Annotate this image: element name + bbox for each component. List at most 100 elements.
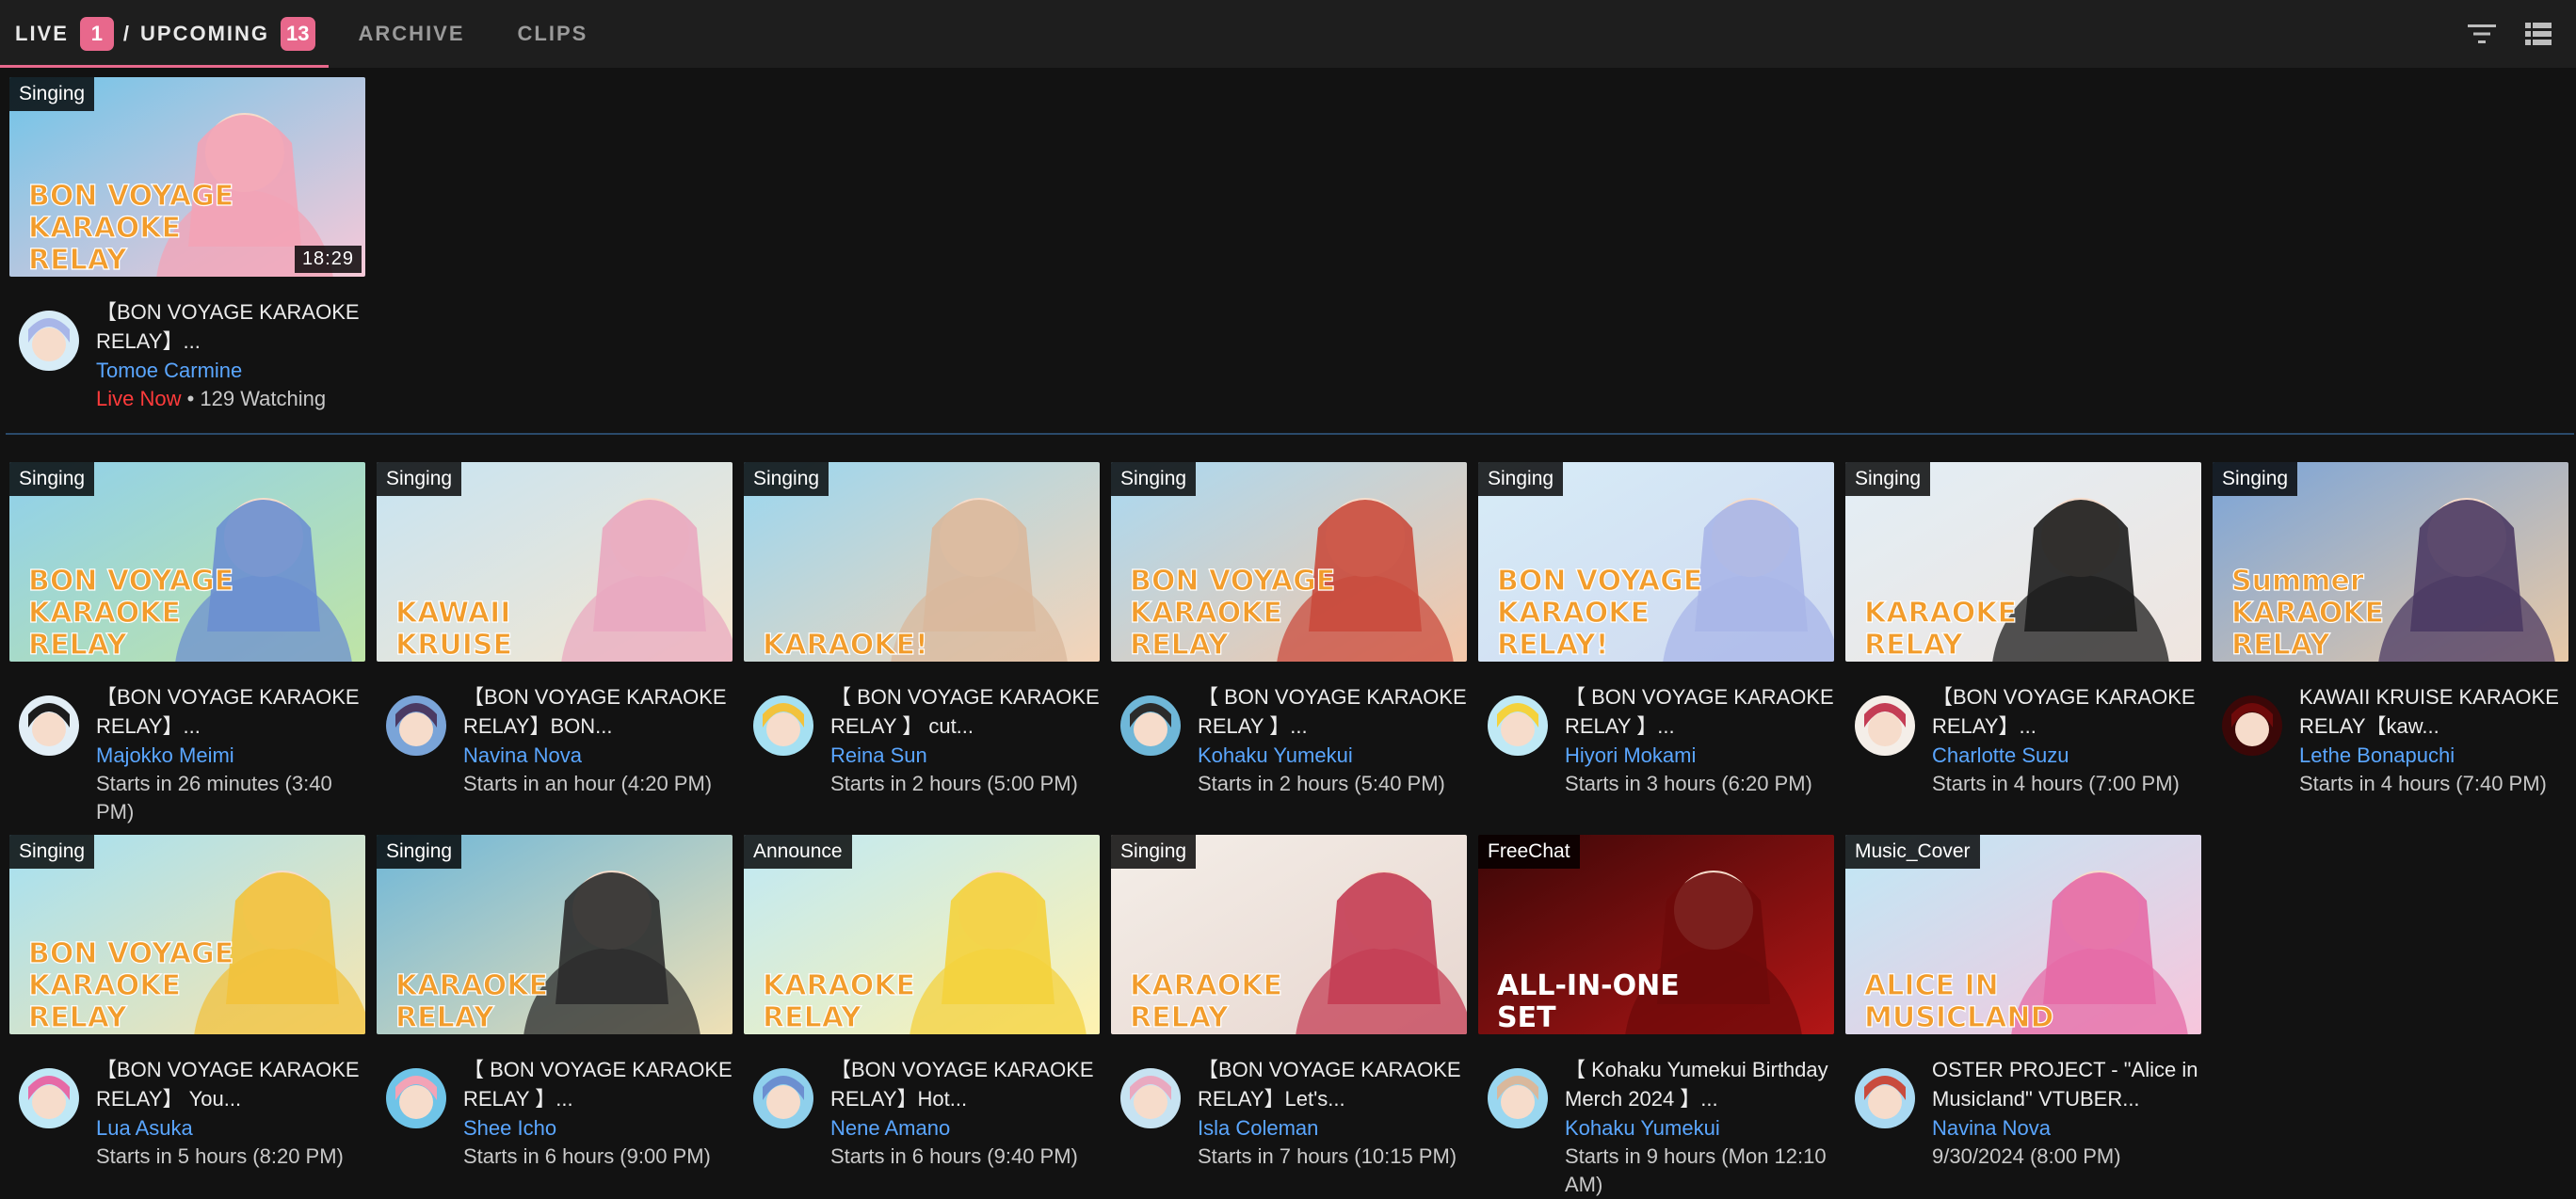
video-status: Starts in 26 minutes (3:40 PM) <box>96 772 332 823</box>
topic-label: Singing <box>9 77 95 111</box>
channel-avatar[interactable] <box>1855 695 1915 756</box>
channel-name[interactable]: Tomoe Carmine <box>96 356 365 385</box>
video-card[interactable]: KARAOKE RELAY Singing 【BON VOYAGE KARAOKE… <box>1845 462 2201 795</box>
channel-avatar[interactable] <box>19 311 79 371</box>
video-title[interactable]: OSTER PROJECT - "Alice in Musicland" VTU… <box>1932 1055 2201 1113</box>
video-thumbnail[interactable]: BON VOYAGE KARAOKE RELAY! Singing <box>1478 462 1834 662</box>
video-card[interactable]: KARAOKE RELAY Singing 【BON VOYAGE KARAOKE… <box>1111 835 1467 1168</box>
channel-name[interactable]: Navina Nova <box>1932 1113 2201 1143</box>
video-thumbnail[interactable]: KARAOKE RELAY Announce <box>744 835 1100 1034</box>
video-title[interactable]: 【 BON VOYAGE KARAOKE RELAY 】 cut... <box>830 682 1100 741</box>
video-thumbnail[interactable]: BON VOYAGE KARAOKE RELAY Singing <box>9 462 365 662</box>
topic-label: Singing <box>2213 462 2298 496</box>
topic-label: Singing <box>9 462 95 496</box>
topic-label: Singing <box>1845 462 1931 496</box>
filter-icon[interactable] <box>2467 19 2497 49</box>
video-status: Starts in 4 hours (7:40 PM) <box>2299 772 2547 795</box>
video-thumbnail[interactable]: KARAOKE! Singing <box>744 462 1100 662</box>
video-status: Live Now • 129 Watching <box>96 385 365 413</box>
video-thumbnail[interactable]: BON VOYAGE KARAOKE RELAY Singing 18:29 <box>9 77 365 277</box>
video-card[interactable]: KARAOKE RELAY Announce 【BON VOYAGE KARAOK… <box>744 835 1100 1168</box>
channel-name[interactable]: Majokko Meimi <box>96 741 365 770</box>
video-card[interactable]: BON VOYAGE KARAOKE RELAY Singing 【BON VOYA… <box>9 835 365 1168</box>
section-divider <box>6 433 2574 435</box>
video-title[interactable]: 【 BON VOYAGE KARAOKE RELAY 】... <box>1198 682 1467 741</box>
channel-avatar[interactable] <box>1120 1068 1181 1128</box>
topic-label: Singing <box>377 835 462 869</box>
video-thumbnail[interactable]: KARAOKE RELAY Singing <box>377 835 733 1034</box>
video-title[interactable]: 【BON VOYAGE KARAOKE RELAY】 You... <box>96 1055 365 1113</box>
channel-name[interactable]: Lethe Bonapuchi <box>2299 741 2568 770</box>
video-status: Starts in 2 hours (5:00 PM) <box>830 772 1078 795</box>
video-thumbnail[interactable]: KAWAII KRUISE Singing <box>377 462 733 662</box>
channel-name[interactable]: Hiyori Mokami <box>1565 741 1834 770</box>
channel-avatar[interactable] <box>753 1068 813 1128</box>
channel-name[interactable]: Nene Amano <box>830 1113 1100 1143</box>
video-thumbnail[interactable]: ALL-IN-ONE SET FreeChat <box>1478 835 1834 1034</box>
video-card[interactable]: Summer KARAOKE RELAY Singing KAWAII KRUISE… <box>2213 462 2568 795</box>
video-card[interactable]: KAWAII KRUISE Singing 【BON VOYAGE KARAOKE… <box>377 462 733 795</box>
channel-avatar[interactable] <box>1120 695 1181 756</box>
channel-name[interactable]: Lua Asuka <box>96 1113 365 1143</box>
video-status: Starts in 5 hours (8:20 PM) <box>96 1144 344 1168</box>
video-title[interactable]: 【 BON VOYAGE KARAOKE RELAY 】... <box>463 1055 733 1113</box>
video-thumbnail[interactable]: BON VOYAGE KARAOKE RELAY Singing <box>1111 462 1467 662</box>
live-now-label: Live Now <box>96 387 182 410</box>
channel-avatar[interactable] <box>1855 1068 1915 1128</box>
tab-live-label: LIVE <box>15 22 69 45</box>
thumbnail-caption: KARAOKE! <box>763 629 928 662</box>
topic-label: Singing <box>377 462 462 496</box>
video-thumbnail[interactable]: Summer KARAOKE RELAY Singing <box>2213 462 2568 662</box>
video-card[interactable]: BON VOYAGE KARAOKE RELAY Singing 【 BON VOY… <box>1111 462 1467 795</box>
video-title[interactable]: 【BON VOYAGE KARAOKE RELAY】... <box>1932 682 2201 741</box>
channel-name[interactable]: Kohaku Yumekui <box>1198 741 1467 770</box>
channel-avatar[interactable] <box>386 1068 446 1128</box>
tab-live-upcoming[interactable]: LIVE 1 / UPCOMING 13 <box>0 0 329 68</box>
video-title[interactable]: KAWAII KRUISE KARAOKE RELAY【kaw... <box>2299 682 2568 741</box>
channel-name[interactable]: Charlotte Suzu <box>1932 741 2201 770</box>
video-card[interactable]: KARAOKE RELAY Singing 【 BON VOYAGE KARAOK… <box>377 835 733 1168</box>
video-title[interactable]: 【 BON VOYAGE KARAOKE RELAY 】... <box>1565 682 1834 741</box>
topic-label: Announce <box>744 835 852 869</box>
video-thumbnail[interactable]: ALICE IN MUSICLAND Music_Cover <box>1845 835 2201 1034</box>
topic-label: Singing <box>9 835 95 869</box>
video-thumbnail[interactable]: KARAOKE RELAY Singing <box>1845 462 2201 662</box>
topic-label: Singing <box>1478 462 1564 496</box>
video-title[interactable]: 【 Kohaku Yumekui Birthday Merch 2024 】..… <box>1565 1055 1834 1113</box>
video-title[interactable]: 【BON VOYAGE KARAOKE RELAY】... <box>96 297 365 356</box>
video-card[interactable]: ALL-IN-ONE SET FreeChat 【 Kohaku Yumekui … <box>1478 835 1834 1196</box>
channel-avatar[interactable] <box>753 695 813 756</box>
video-card[interactable]: KARAOKE! Singing 【 BON VOYAGE KARAOKE RE… <box>744 462 1100 795</box>
video-title[interactable]: 【BON VOYAGE KARAOKE RELAY】... <box>96 682 365 741</box>
topic-label: Music_Cover <box>1845 835 1980 869</box>
video-card[interactable]: BON VOYAGE KARAOKE RELAY Singing 18:29 【BO… <box>9 77 365 410</box>
channel-name[interactable]: Isla Coleman <box>1198 1113 1467 1143</box>
list-view-icon[interactable] <box>2523 19 2553 49</box>
channel-avatar[interactable] <box>2222 695 2282 756</box>
channel-avatar[interactable] <box>1488 695 1548 756</box>
tab-separator: / <box>122 22 132 45</box>
channel-name[interactable]: Kohaku Yumekui <box>1565 1113 1834 1143</box>
video-thumbnail[interactable]: KARAOKE RELAY Singing <box>1111 835 1467 1034</box>
channel-avatar[interactable] <box>1488 1068 1548 1128</box>
channel-name[interactable]: Reina Sun <box>830 741 1100 770</box>
tab-clips[interactable]: CLIPS <box>491 0 615 68</box>
channel-name[interactable]: Navina Nova <box>463 741 733 770</box>
video-title[interactable]: 【BON VOYAGE KARAOKE RELAY】Hot... <box>830 1055 1100 1113</box>
video-card[interactable]: BON VOYAGE KARAOKE RELAY! Singing 【 BON VO… <box>1478 462 1834 795</box>
channel-avatar[interactable] <box>19 1068 79 1128</box>
video-status: Starts in 7 hours (10:15 PM) <box>1198 1144 1457 1168</box>
channel-avatar[interactable] <box>386 695 446 756</box>
upcoming-count-badge: 13 <box>281 17 315 51</box>
video-title[interactable]: 【BON VOYAGE KARAOKE RELAY】BON... <box>463 682 733 741</box>
channel-name[interactable]: Shee Icho <box>463 1113 733 1143</box>
video-title[interactable]: 【BON VOYAGE KARAOKE RELAY】Let's... <box>1198 1055 1467 1113</box>
watching-count: • 129 Watching <box>181 387 327 410</box>
video-status: Starts in 4 hours (7:00 PM) <box>1932 772 2180 795</box>
video-thumbnail[interactable]: BON VOYAGE KARAOKE RELAY Singing <box>9 835 365 1034</box>
duration-label: 18:29 <box>294 246 362 273</box>
video-card[interactable]: ALICE IN MUSICLAND Music_Cover OSTER PROJ… <box>1845 835 2201 1168</box>
tab-archive[interactable]: ARCHIVE <box>332 0 491 68</box>
channel-avatar[interactable] <box>19 695 79 756</box>
video-card[interactable]: BON VOYAGE KARAOKE RELAY Singing 【BON VOYA… <box>9 462 365 823</box>
